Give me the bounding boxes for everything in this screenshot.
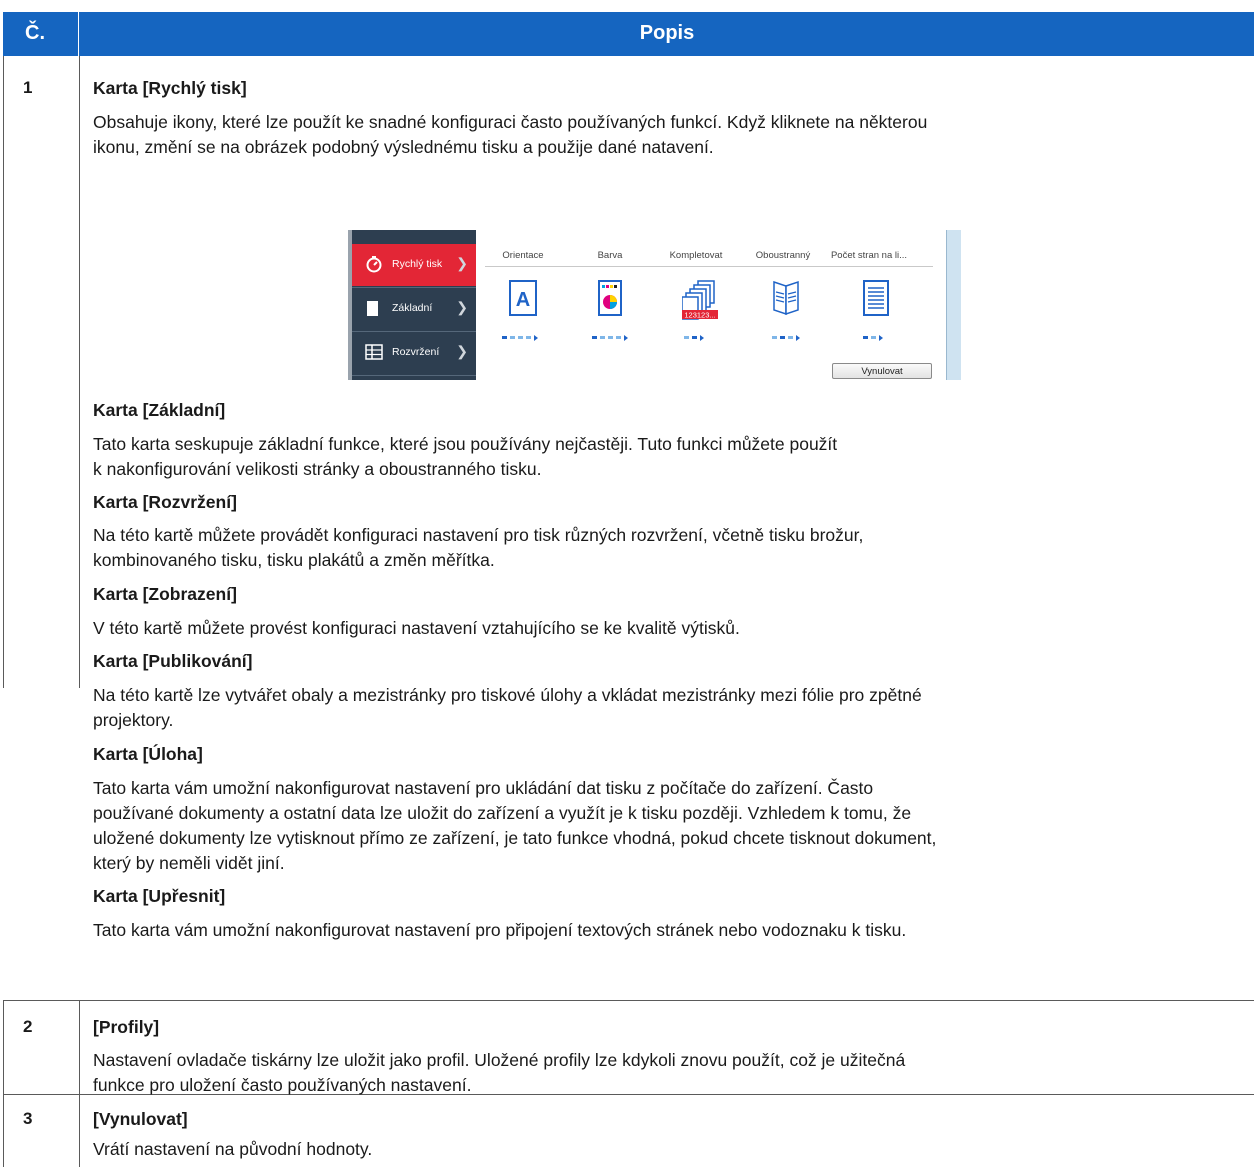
- column-label-collate: Kompletovat: [669, 250, 723, 261]
- column-label-pages-per-sheet: Počet stran na li...: [830, 250, 908, 261]
- pages-per-sheet-icon[interactable]: [863, 280, 889, 321]
- table-row: 2 [Profily] Nastavení ovladače tiskárny …: [3, 1001, 1254, 1095]
- color-options-indicator: [592, 329, 628, 341]
- description-table: Č. Popis 1 Karta [Rychlý tisk] Obsahuje …: [3, 12, 1254, 940]
- pages-options-indicator: [863, 329, 883, 341]
- row-description: [Profily] Nastavení ovladače tiskárny lz…: [79, 1001, 1254, 1095]
- section-title: Karta [Publikování]: [93, 651, 253, 671]
- tab-label: Rozvržení: [392, 346, 440, 358]
- text-line: projektory.: [93, 710, 174, 730]
- window-frame-right: [946, 230, 961, 380]
- row-description: Karta [Rychlý tisk] Obsahuje ikony, kter…: [79, 56, 1254, 940]
- divider: [352, 375, 476, 376]
- text-line: Tato karta seskupuje základní funkce, kt…: [93, 434, 838, 454]
- text-line: uložené dokumenty lze vytisknout přímo z…: [93, 828, 937, 848]
- column-label-orientation: Orientace: [502, 250, 544, 261]
- text-line: Na této kartě lze vytvářet obaly a mezis…: [93, 685, 922, 705]
- text-line: který by neměli vidět jiní.: [93, 853, 285, 873]
- tab-label: Rychlý tisk: [392, 258, 443, 270]
- section-text: Tato karta vám umožní nakonfigurovat nas…: [93, 918, 906, 943]
- section-title: Karta [Rychlý tisk]: [93, 78, 247, 98]
- tab-basic[interactable]: Základní ❯: [352, 288, 476, 330]
- table-row: 1 Karta [Rychlý tisk] Obsahuje ikony, kt…: [3, 56, 1254, 940]
- text-line: používané dokumenty a ostatní data lze u…: [93, 803, 912, 823]
- tab-quick-print[interactable]: Rychlý tisk ❯: [352, 244, 476, 286]
- row-number: 3: [23, 1109, 33, 1128]
- header-number: Č.: [25, 22, 45, 44]
- table-row: 3 [Vynulovat] Vrátí nastavení na původní…: [3, 1095, 1254, 1167]
- tab-layout[interactable]: Rozvržení ❯: [352, 332, 476, 374]
- section-title: [Profily]: [93, 1017, 160, 1037]
- row-description: [Vynulovat] Vrátí nastavení na původní h…: [79, 1095, 1254, 1167]
- text-line: Tato karta vám umožní nakonfigurovat nas…: [93, 778, 874, 798]
- section-title: Karta [Základní]: [93, 400, 226, 420]
- section-title: Karta [Zobrazení]: [93, 584, 237, 604]
- table-header: Č. Popis: [3, 12, 1254, 56]
- column-divider: [485, 266, 933, 267]
- text-line: Vrátí nastavení na původní hodnoty.: [93, 1139, 373, 1159]
- collate-options-indicator: [684, 329, 704, 341]
- row-number: 1: [23, 78, 33, 97]
- page-icon: [365, 299, 383, 320]
- text-line: kombinovaného tisku, tisku plakátů a změ…: [93, 550, 495, 570]
- chevron-right-icon: ❯: [456, 255, 468, 271]
- section-text: Na této kartě lze vytvářet obaly a mezis…: [93, 683, 922, 733]
- section-title: Karta [Rozvržení]: [93, 492, 237, 512]
- text-line: Na této kartě můžete provádět konfigurac…: [93, 525, 864, 545]
- section-text: Obsahuje ikony, které lze použít ke snad…: [93, 110, 927, 160]
- header-description: Popis: [639, 22, 695, 44]
- section-text: Tato karta seskupuje základní funkce, kt…: [93, 432, 837, 482]
- text-line: Obsahuje ikony, které lze použít ke snad…: [93, 112, 928, 132]
- column-label-color: Barva: [597, 250, 623, 261]
- table-rows-lower: 2 [Profily] Nastavení ovladače tiskárny …: [3, 1000, 1254, 1167]
- header-divider: [78, 12, 79, 56]
- orientation-options-indicator: [502, 329, 538, 341]
- text-line: Tato karta vám umožní nakonfigurovat nas…: [93, 920, 907, 940]
- section-title: Karta [Úloha]: [93, 744, 203, 764]
- section-text: Tato karta vám umožní nakonfigurovat nas…: [93, 776, 936, 876]
- section-text: Na této kartě můžete provádět konfigurac…: [93, 523, 863, 573]
- text-line: V této kartě můžete provést konfiguraci …: [93, 618, 740, 638]
- reset-button[interactable]: Vynulovat: [832, 363, 932, 379]
- orientation-icon[interactable]: A: [509, 280, 537, 321]
- row-number: 2: [23, 1017, 33, 1036]
- color-icon[interactable]: [598, 280, 622, 321]
- section-text: Vrátí nastavení na původní hodnoty.: [93, 1137, 372, 1162]
- duplex-icon[interactable]: [770, 280, 802, 321]
- column-label-duplex: Oboustranný: [755, 250, 811, 261]
- text-line: k nakonfigurování velikosti stránky a ob…: [93, 459, 542, 479]
- section-text: Nastavení ovladače tiskárny lze uložit j…: [93, 1048, 905, 1098]
- chevron-right-icon: ❯: [456, 299, 468, 315]
- text-line: ikonu, změní se na obrázek podobný výsle…: [93, 137, 714, 157]
- layout-grid-icon: [365, 343, 383, 364]
- section-text: V této kartě můžete provést konfiguraci …: [93, 616, 740, 641]
- section-title: Karta [Upřesnit]: [93, 886, 226, 906]
- stopwatch-icon: [365, 255, 383, 276]
- svg-text:123123...: 123123...: [684, 311, 715, 320]
- svg-text:A: A: [516, 289, 530, 311]
- section-title: [Vynulovat]: [93, 1109, 188, 1129]
- collate-icon[interactable]: 123123...: [681, 280, 718, 325]
- print-driver-screenshot: Rychlý tisk ❯ Základní ❯ Rozvržení ❯ Ori…: [348, 230, 961, 380]
- text-line: Nastavení ovladače tiskárny lze uložit j…: [93, 1050, 906, 1070]
- tab-label: Základní: [392, 302, 433, 314]
- chevron-right-icon: ❯: [456, 343, 468, 359]
- duplex-options-indicator: [772, 329, 800, 341]
